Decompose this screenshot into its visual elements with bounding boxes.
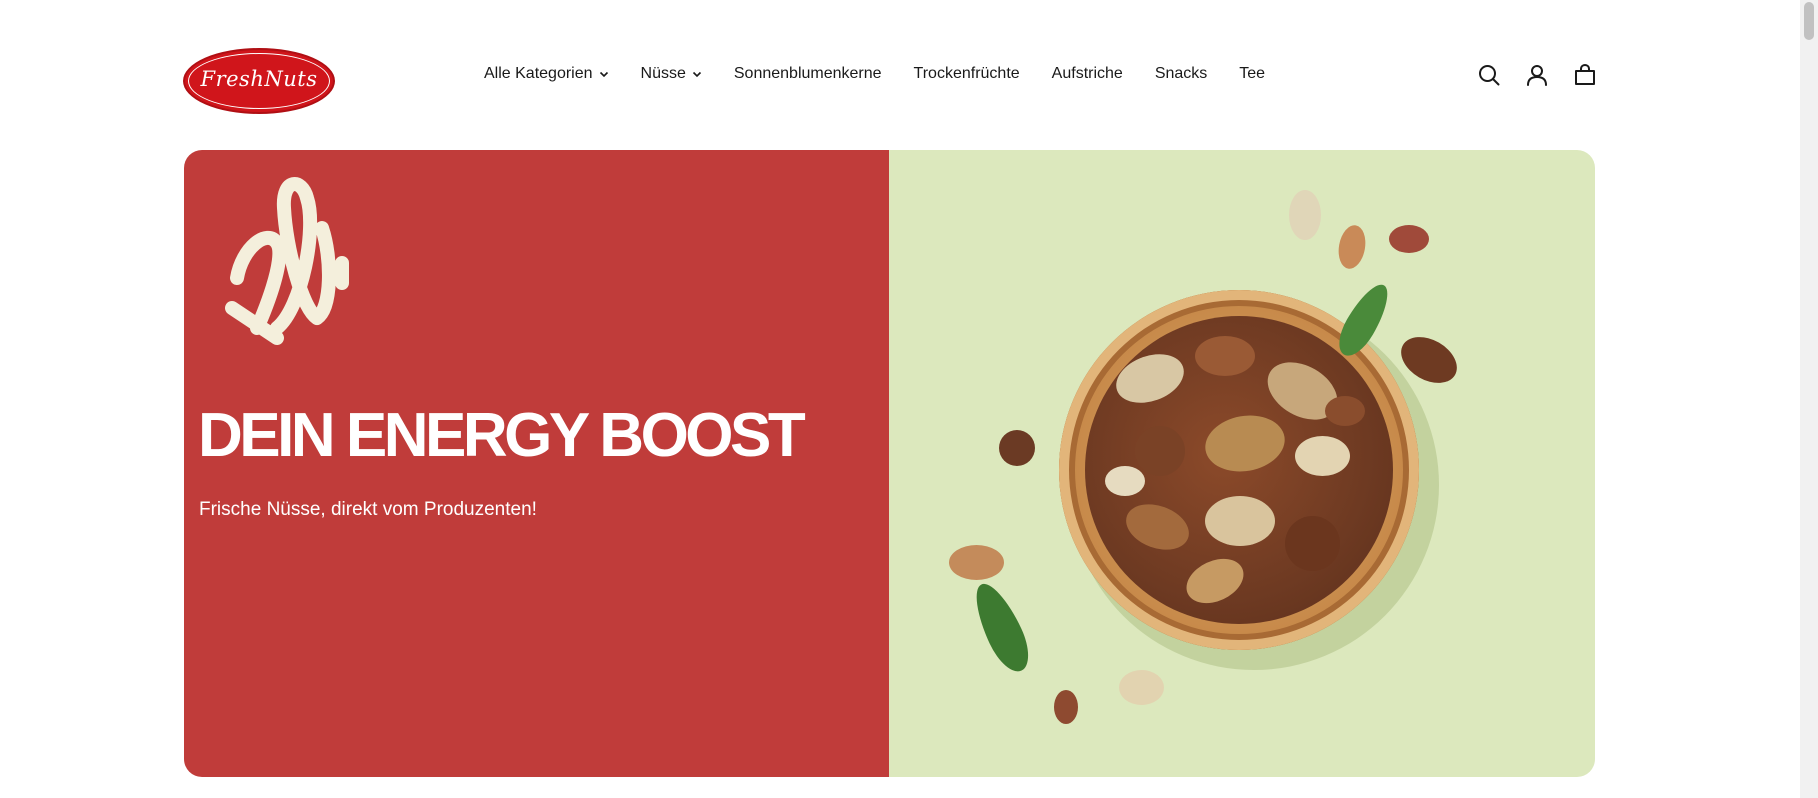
logo-text: FreshNuts xyxy=(200,67,318,91)
search-icon xyxy=(1479,65,1500,86)
loose-leaf xyxy=(965,577,1038,678)
nav-item-alle-kategorien[interactable]: Alle Kategorien xyxy=(484,65,609,83)
account-icon xyxy=(1527,65,1547,86)
nav-item-label: Snacks xyxy=(1154,65,1208,82)
hero-subtitle: Frische Nüsse, direkt vom Produzenten! xyxy=(199,499,537,520)
loose-nut xyxy=(1054,690,1078,724)
loose-nut xyxy=(1335,223,1369,271)
nav-item-trockenfruechte[interactable]: Trockenfrüchte xyxy=(914,65,1020,83)
chevron-down-icon xyxy=(599,71,608,78)
nav-item-label: Trockenfrüchte xyxy=(913,65,1020,82)
nav-item-tee[interactable]: Tee xyxy=(1239,65,1265,83)
nav-item-label: Nüsse xyxy=(640,65,686,82)
hero-image-panel xyxy=(889,150,1595,777)
nav-item-aufstriche[interactable]: Aufstriche xyxy=(1052,65,1123,83)
loose-nut xyxy=(949,545,1004,580)
account-button[interactable] xyxy=(1524,62,1550,88)
scrollbar-thumb[interactable] xyxy=(1804,2,1814,40)
hero-text-panel: DEIN ENERGY BOOST Frische Nüsse, direkt … xyxy=(184,150,889,777)
cart-button[interactable] xyxy=(1572,62,1598,88)
main-navigation: Alle Kategorien Nüsse Sonnenblumenkerne … xyxy=(484,62,1265,86)
nav-item-label: Aufstriche xyxy=(1051,65,1123,82)
header-icons xyxy=(1476,62,1598,88)
search-button[interactable] xyxy=(1476,62,1502,88)
loose-nut xyxy=(1389,225,1429,253)
nav-item-nuesse[interactable]: Nüsse xyxy=(641,65,702,83)
mixed-nuts xyxy=(1085,316,1393,624)
loose-nut xyxy=(1119,670,1164,705)
hero-banner[interactable]: DEIN ENERGY BOOST Frische Nüsse, direkt … xyxy=(184,150,1595,777)
nav-item-label: Tee xyxy=(1239,65,1266,82)
loose-nut xyxy=(999,430,1035,466)
nav-item-sonnenblumenkerne[interactable]: Sonnenblumenkerne xyxy=(734,65,882,83)
nav-item-label: Alle Kategorien xyxy=(484,65,593,82)
chevron-down-icon xyxy=(692,71,701,78)
freshnuts-logo[interactable]: FreshNuts xyxy=(183,48,335,114)
brand-squiggle-graphic xyxy=(225,177,349,345)
nav-item-snacks[interactable]: Snacks xyxy=(1155,65,1207,83)
nav-item-label: Sonnenblumenkerne xyxy=(733,65,882,82)
loose-nut xyxy=(1289,190,1321,240)
hero-title: DEIN ENERGY BOOST xyxy=(198,401,806,470)
page-scrollbar[interactable] xyxy=(1800,0,1818,798)
cart-icon xyxy=(1575,63,1595,85)
site-header: FreshNuts Alle Kategorien Nüsse Sonnenbl… xyxy=(0,0,1800,150)
